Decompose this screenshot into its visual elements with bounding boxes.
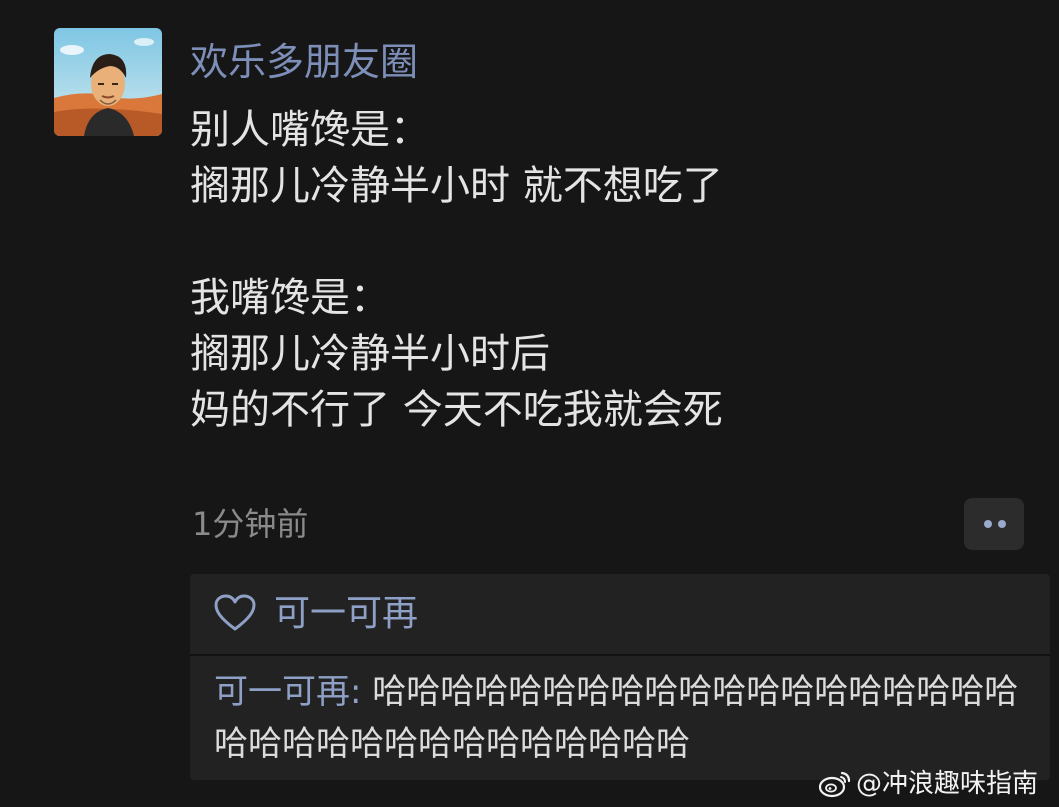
post-line: 别人嘴馋是： xyxy=(190,107,430,153)
likes-row: 可一可再 xyxy=(190,574,1050,654)
post-line: 妈的不行了 今天不吃我就会死 xyxy=(190,387,723,433)
avatar-image xyxy=(54,28,162,136)
dot-icon xyxy=(984,520,992,528)
avatar[interactable] xyxy=(54,28,162,136)
liker-name[interactable]: 可一可再 xyxy=(274,590,418,638)
post-content: 别人嘴馋是： 搁那儿冷静半小时 就不想吃了 我嘴馋是： 搁那儿冷静半小时后 妈的… xyxy=(190,102,1030,438)
divider xyxy=(190,654,1050,656)
post-line: 搁那儿冷静半小时 就不想吃了 xyxy=(190,163,723,209)
heart-icon xyxy=(214,594,256,631)
watermark-text: @冲浪趣味指南 xyxy=(856,769,1039,799)
more-actions-button[interactable] xyxy=(964,498,1024,550)
post-line: 搁那儿冷静半小时后 xyxy=(190,331,550,377)
comment-item[interactable]: 可一可再: 哈哈哈哈哈哈哈哈哈哈哈哈哈哈哈哈哈哈哈哈哈哈哈哈哈哈哈哈哈哈哈哈哈 xyxy=(214,666,1044,770)
weibo-icon xyxy=(818,771,851,798)
comment-separator: : xyxy=(350,672,373,712)
moments-post: 欢乐多朋友圈 别人嘴馋是： 搁那儿冷静半小时 就不想吃了 我嘴馋是： 搁那儿冷静… xyxy=(0,0,1059,807)
post-timestamp: 1分钟前 xyxy=(192,505,309,543)
post-line: 我嘴馋是： xyxy=(190,275,390,321)
comment-author[interactable]: 可一可再 xyxy=(214,672,350,712)
interactions-panel: 可一可再 可一可再: 哈哈哈哈哈哈哈哈哈哈哈哈哈哈哈哈哈哈哈哈哈哈哈哈哈哈哈哈哈… xyxy=(190,574,1050,780)
post-author-name[interactable]: 欢乐多朋友圈 xyxy=(190,36,418,88)
post-line xyxy=(190,214,1030,270)
dot-icon xyxy=(998,520,1006,528)
watermark: @冲浪趣味指南 xyxy=(818,766,1038,802)
